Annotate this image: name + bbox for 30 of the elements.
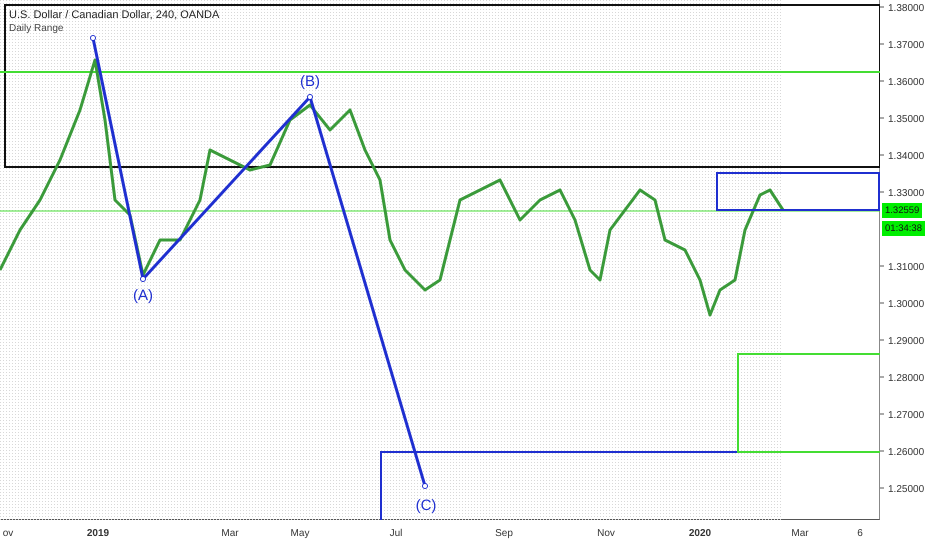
price-label: 1.36000 <box>888 77 924 88</box>
time-label: Sep <box>495 528 513 539</box>
time-label: Mar <box>221 528 239 539</box>
wave-label: (B) <box>300 73 320 90</box>
wave-label: (C) <box>416 497 436 514</box>
time-label: Mar <box>791 528 809 539</box>
price-label: 1.26000 <box>888 447 924 458</box>
chart-title: U.S. Dollar / Canadian Dollar, 240, OANDA <box>9 9 220 21</box>
price-label: 1.25000 <box>888 484 924 495</box>
price-label: 1.33000 <box>888 188 924 199</box>
countdown-tag: 01:34:38 <box>882 221 925 236</box>
time-label: 2019 <box>86 528 110 539</box>
price-label: 1.30000 <box>888 299 924 310</box>
time-label: Nov <box>597 528 615 539</box>
wave-label: (A) <box>133 287 153 304</box>
price-label: 1.29000 <box>888 336 924 347</box>
time-label: May <box>290 528 310 539</box>
price-label: 1.27000 <box>888 410 924 421</box>
price-label: 1.35000 <box>888 114 924 125</box>
price-label: 1.28000 <box>888 373 924 384</box>
price-label: 1.34000 <box>888 151 924 162</box>
time-label: Jul <box>390 528 402 539</box>
current-price-tag: 1.32559 <box>882 203 922 218</box>
time-label: 2020 <box>688 528 712 539</box>
price-label: 1.31000 <box>888 262 924 273</box>
indicator-label: Daily Range <box>9 23 64 34</box>
price-label: 1.38000 <box>888 3 924 14</box>
time-label: 6 <box>857 528 863 539</box>
price-label: 1.37000 <box>888 40 924 51</box>
time-label: ov <box>2 528 14 539</box>
